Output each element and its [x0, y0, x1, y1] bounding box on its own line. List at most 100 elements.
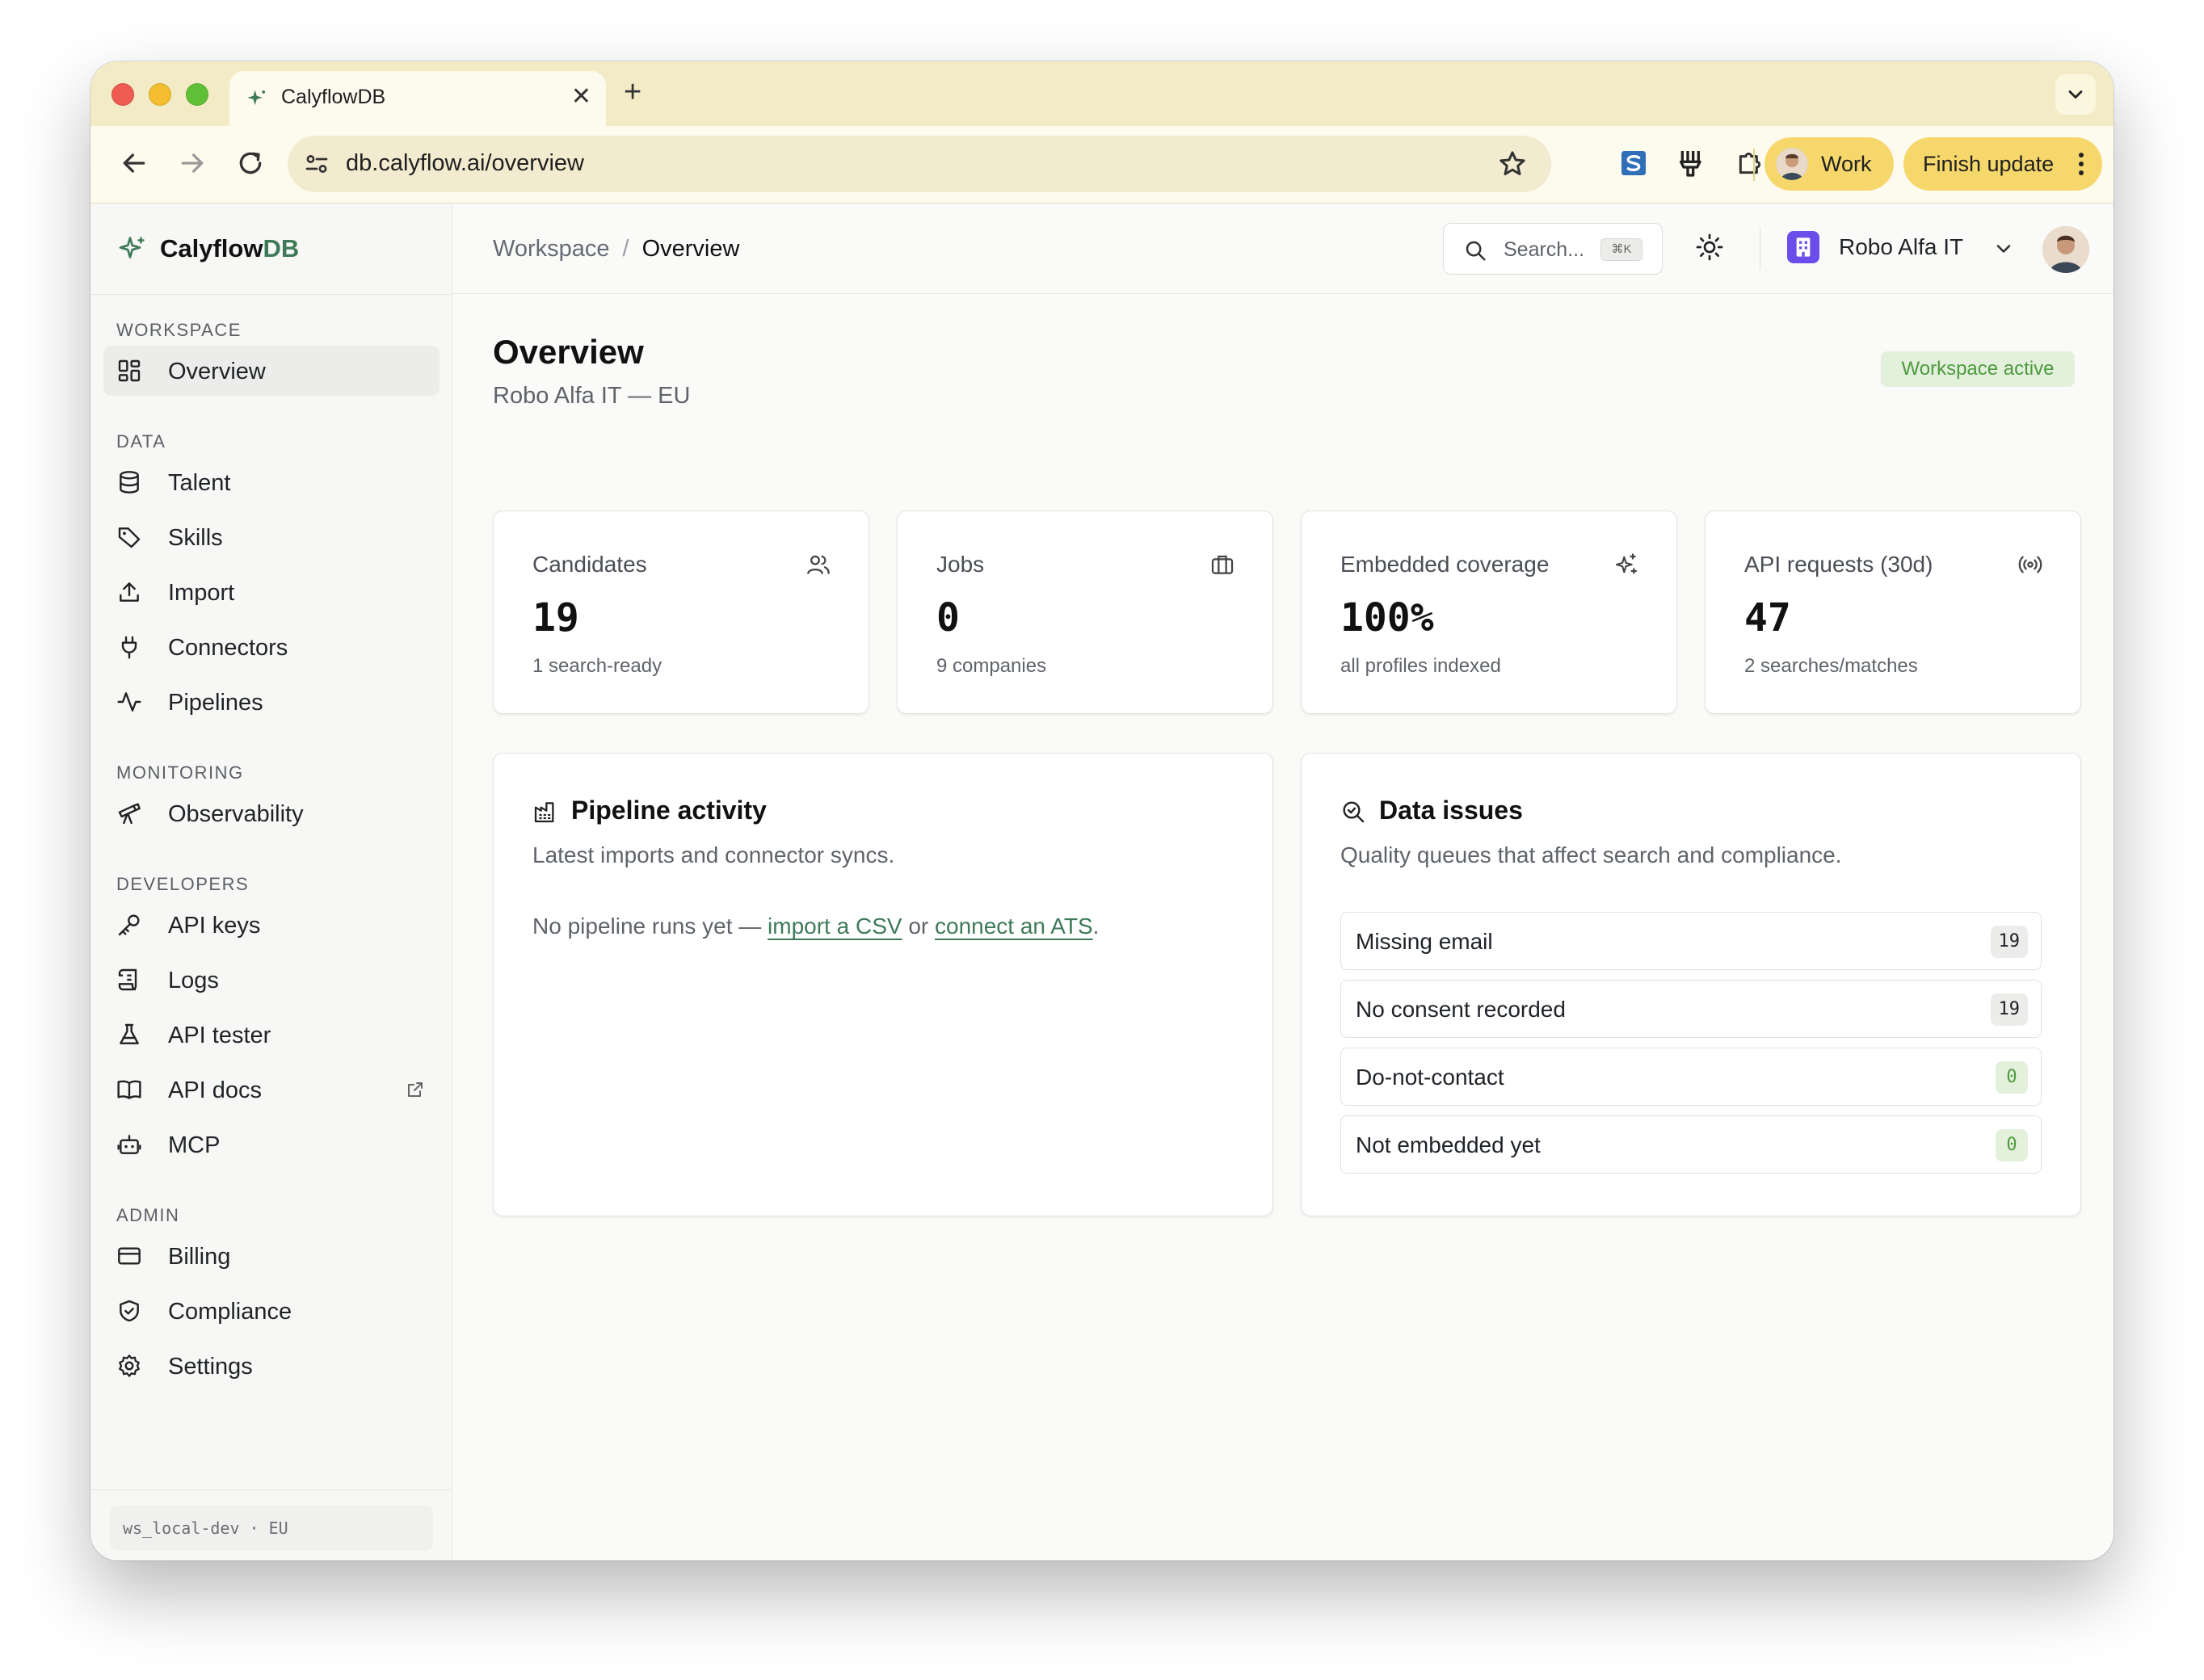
tab-title: CalyflowDB	[281, 86, 386, 108]
brush-extension-icon[interactable]	[1676, 147, 1708, 179]
search-placeholder: Search...	[1504, 238, 1585, 261]
telescope-icon	[118, 803, 141, 825]
import-csv-link[interactable]: import a CSV	[768, 914, 902, 939]
puzzle-extensions-icon[interactable]	[1734, 147, 1766, 179]
browser-window: CalyflowDB ✕ + db.calyflow.ai/overview W…	[90, 61, 2114, 1560]
sidebar-item-observability[interactable]: Observability	[103, 788, 440, 838]
sidebar-item-billing[interactable]: Billing	[103, 1231, 440, 1281]
breadcrumb-separator: /	[622, 236, 629, 262]
issue-row-not-embedded[interactable]: Not embedded yet 0	[1340, 1115, 2042, 1174]
plug-icon	[121, 636, 137, 659]
stat-value: 0	[936, 595, 960, 640]
briefcase-icon	[1211, 555, 1234, 574]
tab-search-button[interactable]	[2055, 74, 2096, 115]
profile-button[interactable]: Work	[1764, 137, 1894, 191]
sidebar-item-label: Billing	[168, 1244, 231, 1270]
app-header: Workspace / Overview Search... ⌘K Robo Alf…	[452, 204, 2114, 294]
org-switcher-label[interactable]: Robo Alfa IT	[1839, 234, 1963, 260]
panel-title: Data issues	[1379, 796, 1523, 825]
credit-card-icon	[118, 1247, 141, 1265]
sidebar-item-skills[interactable]: Skills	[103, 512, 440, 562]
bookmark-star-icon[interactable]	[1496, 148, 1529, 180]
issue-row-no-consent[interactable]: No consent recorded 19	[1340, 980, 2042, 1038]
stat-note: 9 companies	[936, 655, 1047, 677]
sun-theme-toggle-icon[interactable]	[1695, 233, 1724, 262]
back-arrow-icon[interactable]	[118, 147, 150, 179]
page-title: Overview	[493, 333, 644, 371]
sidebar-item-settings[interactable]: Settings	[103, 1341, 440, 1391]
search-input[interactable]: Search... ⌘K	[1443, 223, 1663, 275]
bot-icon	[117, 1135, 141, 1154]
address-bar[interactable]: db.calyflow.ai/overview	[288, 136, 1551, 192]
sidebar-item-api-docs[interactable]: API docs	[103, 1065, 440, 1115]
browser-tab[interactable]: CalyflowDB ✕	[229, 71, 606, 126]
panel-title: Pipeline activity	[571, 796, 767, 825]
stat-note: 2 searches/matches	[1744, 655, 1918, 677]
sidebar-item-pipelines[interactable]: Pipelines	[103, 677, 440, 727]
sparkle-logo-icon	[119, 237, 145, 258]
issue-label: No consent recorded	[1356, 997, 1566, 1022]
status-badge: Workspace active	[1881, 351, 2075, 387]
sparkle-favicon-icon	[247, 90, 266, 106]
toolbar-divider	[1753, 149, 1755, 181]
broadcast-icon	[2018, 556, 2042, 573]
update-label: Finish update	[1923, 152, 2055, 176]
key-icon	[118, 914, 140, 936]
issue-row-missing-email[interactable]: Missing email 19	[1340, 912, 2042, 970]
stat-card-jobs: Jobs 0 9 companies	[897, 510, 1273, 714]
shield-icon	[120, 1300, 139, 1322]
sidebar-item-api-keys[interactable]: API keys	[103, 900, 440, 950]
stat-card-candidates: Candidates 19 1 search-ready	[493, 510, 869, 714]
sidebar-item-logs[interactable]: Logs	[103, 955, 440, 1005]
maximize-window-button[interactable]	[186, 83, 208, 106]
sidebar-item-compliance[interactable]: Compliance	[103, 1286, 440, 1336]
finish-update-button[interactable]: Finish update	[1903, 137, 2102, 191]
book-icon	[117, 1080, 141, 1099]
data-issues-panel: Data issues Quality queues that affect s…	[1301, 753, 2081, 1216]
workspace-id-badge: ws_local-dev · EU	[110, 1506, 433, 1551]
chevron-down-icon[interactable]	[1992, 237, 2015, 260]
sidebar-item-api-tester[interactable]: API tester	[103, 1010, 440, 1060]
scroll-icon	[118, 968, 137, 991]
breadcrumb-workspace[interactable]: Workspace	[493, 236, 610, 262]
sidebar-item-mcp[interactable]: MCP	[103, 1119, 440, 1170]
new-tab-button[interactable]: +	[624, 76, 641, 108]
sidebar-item-label: API keys	[168, 913, 261, 939]
sidebar-item-label: Compliance	[168, 1299, 292, 1325]
issue-count-badge: 19	[1990, 993, 2028, 1026]
section-label-data: DATA	[116, 431, 166, 452]
tab-close-icon[interactable]: ✕	[571, 82, 591, 111]
reload-icon[interactable]	[234, 147, 267, 179]
section-label-workspace: WORKSPACE	[116, 320, 242, 340]
sidebar: CalyflowDB WORKSPACE Overview DATA Talen…	[90, 204, 452, 1560]
sidebar-item-connectors[interactable]: Connectors	[103, 622, 440, 672]
minimize-window-button[interactable]	[149, 83, 171, 106]
url-text: db.calyflow.ai/overview	[346, 150, 584, 176]
app: CalyflowDB WORKSPACE Overview DATA Talen…	[90, 204, 2114, 1560]
issue-row-do-not-contact[interactable]: Do-not-contact 0	[1340, 1048, 2042, 1106]
site-settings-icon[interactable]	[302, 149, 331, 178]
sidebar-item-label: Observability	[168, 801, 304, 827]
sidebar-item-import[interactable]: Import	[103, 567, 440, 617]
upload-icon	[120, 582, 139, 602]
external-link-icon	[408, 1082, 423, 1097]
sidebar-item-label: Overview	[168, 359, 266, 384]
s-extension-icon[interactable]	[1617, 147, 1650, 179]
sidebar-item-talent[interactable]: Talent	[103, 457, 440, 507]
connect-ats-link[interactable]: connect an ATS	[935, 914, 1093, 939]
forward-arrow-icon[interactable]	[176, 147, 208, 179]
tag-icon	[118, 527, 141, 548]
sparkles-icon	[1615, 553, 1638, 574]
stat-value: 100%	[1340, 595, 1434, 640]
issue-count-badge: 0	[1996, 1061, 2028, 1094]
sidebar-item-label: Talent	[168, 470, 231, 496]
building-org-icon[interactable]	[1787, 231, 1819, 263]
gear-icon	[119, 1354, 140, 1377]
close-window-button[interactable]	[111, 83, 134, 106]
sidebar-item-overview[interactable]: Overview	[103, 346, 440, 396]
panel-subtitle: Latest imports and connector syncs.	[532, 842, 895, 867]
stat-value: 47	[1744, 595, 1791, 640]
stat-note: all profiles indexed	[1340, 655, 1501, 677]
user-avatar[interactable]	[2042, 226, 2089, 273]
section-label-admin: ADMIN	[116, 1205, 180, 1225]
